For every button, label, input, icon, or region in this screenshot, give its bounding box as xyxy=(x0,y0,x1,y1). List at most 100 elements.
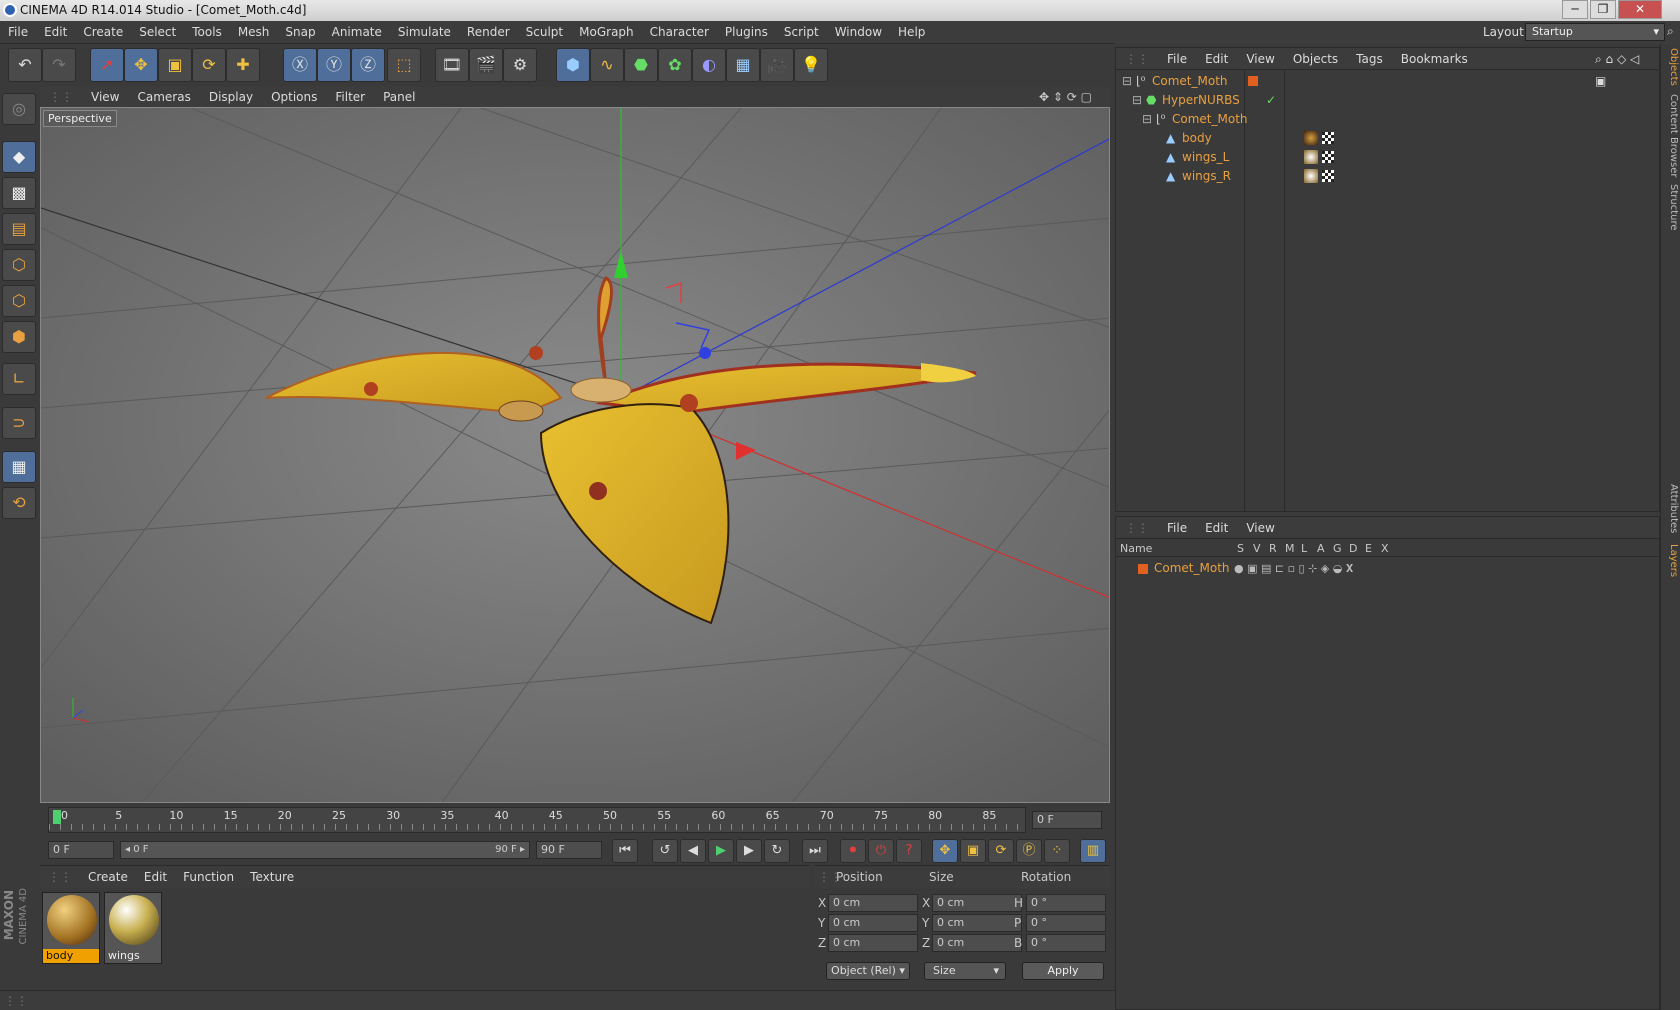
floor-object-icon[interactable]: ▦ xyxy=(726,48,760,82)
timeline-ruler[interactable]: 051015202530354045505560657075808590 xyxy=(48,807,1051,833)
material-menu-create[interactable]: Create xyxy=(80,866,136,888)
frame-range-slider[interactable]: ◂ 0 F 90 F ▸ xyxy=(120,841,530,859)
menu-window[interactable]: Window xyxy=(827,21,890,44)
render-settings-button[interactable]: ⚙ xyxy=(503,48,537,82)
next-frame-button[interactable]: ▶ xyxy=(736,839,762,863)
texture-tag-icon[interactable] xyxy=(1304,150,1318,164)
light-object-icon[interactable]: 💡 xyxy=(794,48,828,82)
maximize-button[interactable]: ❐ xyxy=(1590,0,1616,19)
material-menu-function[interactable]: Function xyxy=(175,866,242,888)
texture-mode-icon[interactable]: ▩ xyxy=(2,177,36,209)
enabled-check-icon[interactable]: ✓ xyxy=(1266,91,1276,110)
axis-mode-icon[interactable]: ∟ xyxy=(2,363,36,395)
size-mode-select[interactable]: Size ▾ xyxy=(924,962,1006,980)
menu-simulate[interactable]: Simulate xyxy=(390,21,459,44)
menu-snap[interactable]: Snap xyxy=(277,21,323,44)
render-picture-viewer-button[interactable]: 🎬 xyxy=(469,48,503,82)
layer-col-generators[interactable]: G xyxy=(1333,542,1342,555)
go-to-previous-key-button[interactable]: ↺ xyxy=(652,839,678,863)
apply-button[interactable]: Apply xyxy=(1022,962,1104,980)
tab-content-browser[interactable]: Content Browser xyxy=(1663,94,1679,177)
last-tool-button[interactable]: ✚ xyxy=(226,48,260,82)
snap-magnet-icon[interactable]: ⊃ xyxy=(2,407,36,439)
cube-object-icon[interactable]: ⬢ xyxy=(556,48,590,82)
record-rotation-button[interactable]: ⟳ xyxy=(988,839,1014,863)
layer-menu-file[interactable]: File xyxy=(1158,517,1196,539)
menu-tools[interactable]: Tools xyxy=(184,21,230,44)
layer-color-swatch[interactable] xyxy=(1138,564,1148,574)
viewport-menu-options[interactable]: Options xyxy=(262,87,326,107)
autokeying-button[interactable]: ⏻ xyxy=(868,839,894,863)
play-button[interactable]: ▶ xyxy=(708,839,734,863)
uvw-tag-icon[interactable] xyxy=(1322,170,1334,182)
layer-col-render[interactable]: R xyxy=(1269,542,1277,555)
layer-menu-edit[interactable]: Edit xyxy=(1196,517,1237,539)
make-editable-icon[interactable]: ◎ xyxy=(2,93,36,125)
menu-mograph[interactable]: MoGraph xyxy=(571,21,642,44)
record-scale-button[interactable]: ▣ xyxy=(960,839,986,863)
viewport-menu-panel[interactable]: Panel xyxy=(374,87,424,107)
size-y-field[interactable]: 0 cm xyxy=(932,914,1022,932)
planar-workplane-icon[interactable]: ⟲ xyxy=(2,487,36,519)
close-button[interactable]: ✕ xyxy=(1618,0,1662,19)
layer-col-locked[interactable]: L xyxy=(1301,542,1307,555)
object-row[interactable]: ▲ wings_R xyxy=(1116,167,1659,186)
coordinate-system-button[interactable]: ⬚ xyxy=(387,48,421,82)
move-tool-button[interactable]: ✥ xyxy=(124,48,158,82)
menu-file[interactable]: File xyxy=(0,21,36,44)
viewport-menu-filter[interactable]: Filter xyxy=(326,87,374,107)
keyframe-selection-button[interactable]: ? xyxy=(896,839,922,863)
menu-sculpt[interactable]: Sculpt xyxy=(518,21,571,44)
rotation-b-field[interactable]: 0 ° xyxy=(1026,934,1106,952)
rotation-h-field[interactable]: 0 ° xyxy=(1026,894,1106,912)
size-z-field[interactable]: 0 cm xyxy=(932,934,1022,952)
material-menu-edit[interactable]: Edit xyxy=(136,866,175,888)
end-frame-field[interactable]: 90 F xyxy=(536,841,602,859)
scale-tool-button[interactable]: ▣ xyxy=(158,48,192,82)
obj-menu-view[interactable]: View xyxy=(1237,48,1283,70)
z-axis-lock-button[interactable]: Ⓩ xyxy=(351,48,385,82)
rotation-p-field[interactable]: 0 ° xyxy=(1026,914,1106,932)
render-view-button[interactable]: 🎞 xyxy=(435,48,469,82)
obj-menu-objects[interactable]: Objects xyxy=(1284,48,1347,70)
tab-structure[interactable]: Structure xyxy=(1663,184,1679,231)
layer-col-deformers[interactable]: D xyxy=(1349,542,1357,555)
workplane-lock-icon[interactable]: ▦ xyxy=(2,451,36,483)
material-swatch-body[interactable]: body xyxy=(42,892,100,964)
rotate-tool-button[interactable]: ⟳ xyxy=(192,48,226,82)
material-menu-texture[interactable]: Texture xyxy=(242,866,302,888)
go-to-end-button[interactable]: ⏭ xyxy=(802,839,828,863)
menu-mesh[interactable]: Mesh xyxy=(230,21,278,44)
obj-menu-bookmarks[interactable]: Bookmarks xyxy=(1392,48,1477,70)
layer-col-solo[interactable]: S xyxy=(1237,542,1244,555)
menu-help[interactable]: Help xyxy=(890,21,933,44)
menu-plugins[interactable]: Plugins xyxy=(717,21,776,44)
uvw-tag-icon[interactable] xyxy=(1322,132,1334,144)
search-icon[interactable]: ⌕ xyxy=(1667,24,1674,39)
menu-edit[interactable]: Edit xyxy=(36,21,75,44)
layer-menu-view[interactable]: View xyxy=(1237,517,1283,539)
expand-icon[interactable]: ⊟ xyxy=(1132,91,1142,110)
object-row[interactable]: ⊟ ⌊⁰ Comet_Moth xyxy=(1116,72,1659,91)
camera-object-icon[interactable]: 🎥 xyxy=(760,48,794,82)
z-move-handle[interactable] xyxy=(699,347,711,359)
points-mode-icon[interactable]: ⬡ xyxy=(2,249,36,281)
3d-viewport[interactable]: Perspective xyxy=(40,107,1110,803)
layer-color-swatch[interactable] xyxy=(1248,76,1258,86)
model-mode-icon[interactable]: ◆ xyxy=(2,141,36,173)
polygons-mode-icon[interactable]: ⬢ xyxy=(2,321,36,353)
record-active-objects-button[interactable]: ⚫ xyxy=(840,839,866,863)
edges-mode-icon[interactable]: ⬡ xyxy=(2,285,36,317)
obj-menu-edit[interactable]: Edit xyxy=(1196,48,1237,70)
tab-layers[interactable]: Layers xyxy=(1663,544,1679,577)
workplane-mode-icon[interactable]: ▤ xyxy=(2,213,36,245)
viewport-menu-view[interactable]: View xyxy=(82,87,128,107)
record-parameter-button[interactable]: Ⓟ xyxy=(1016,839,1042,863)
x-axis-lock-button[interactable]: Ⓧ xyxy=(283,48,317,82)
position-x-field[interactable]: 0 cm xyxy=(828,894,918,912)
timeline-window-button[interactable]: ▥ xyxy=(1080,839,1106,863)
playhead-marker[interactable] xyxy=(53,810,61,824)
object-row[interactable]: ⊟ ⬣ HyperNURBS ✓ xyxy=(1116,91,1659,110)
obj-menu-tags[interactable]: Tags xyxy=(1347,48,1392,70)
viewport-camera-label[interactable]: Perspective xyxy=(43,110,117,127)
